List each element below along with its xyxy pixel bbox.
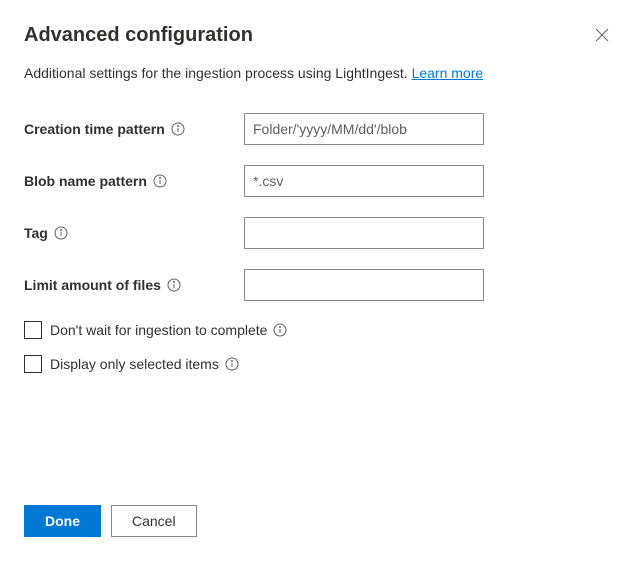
blob-name-input[interactable] bbox=[244, 165, 484, 197]
form-area: Creation time pattern Blob name pattern … bbox=[24, 113, 613, 301]
blob-name-label: Blob name pattern bbox=[24, 173, 244, 189]
info-icon[interactable] bbox=[171, 122, 185, 136]
tag-label: Tag bbox=[24, 225, 244, 241]
cancel-button[interactable]: Cancel bbox=[111, 505, 197, 537]
dont-wait-row: Don't wait for ingestion to complete bbox=[24, 321, 613, 339]
limit-files-input[interactable] bbox=[244, 269, 484, 301]
description-text: Additional settings for the ingestion pr… bbox=[24, 65, 412, 81]
creation-time-label: Creation time pattern bbox=[24, 121, 244, 137]
tag-input[interactable] bbox=[244, 217, 484, 249]
info-icon[interactable] bbox=[273, 323, 287, 337]
blob-name-row: Blob name pattern bbox=[24, 165, 613, 197]
tag-row: Tag bbox=[24, 217, 613, 249]
limit-files-label-text: Limit amount of files bbox=[24, 277, 161, 293]
dialog-header: Advanced configuration bbox=[24, 24, 613, 49]
info-icon[interactable] bbox=[167, 278, 181, 292]
info-icon[interactable] bbox=[225, 357, 239, 371]
dont-wait-checkbox[interactable] bbox=[24, 321, 42, 339]
dont-wait-label: Don't wait for ingestion to complete bbox=[50, 322, 287, 338]
display-selected-label-text: Display only selected items bbox=[50, 356, 219, 372]
info-icon[interactable] bbox=[153, 174, 167, 188]
limit-files-label: Limit amount of files bbox=[24, 277, 244, 293]
creation-time-row: Creation time pattern bbox=[24, 113, 613, 145]
dont-wait-label-text: Don't wait for ingestion to complete bbox=[50, 322, 267, 338]
display-selected-checkbox[interactable] bbox=[24, 355, 42, 373]
limit-files-row: Limit amount of files bbox=[24, 269, 613, 301]
tag-label-text: Tag bbox=[24, 225, 48, 241]
close-button[interactable] bbox=[591, 24, 613, 49]
dialog-footer: Done Cancel bbox=[24, 505, 197, 537]
dialog-description: Additional settings for the ingestion pr… bbox=[24, 65, 613, 81]
checkbox-area: Don't wait for ingestion to complete Dis… bbox=[24, 321, 613, 373]
creation-time-label-text: Creation time pattern bbox=[24, 121, 165, 137]
learn-more-link[interactable]: Learn more bbox=[412, 65, 484, 81]
close-icon bbox=[595, 28, 609, 45]
info-icon[interactable] bbox=[54, 226, 68, 240]
blob-name-label-text: Blob name pattern bbox=[24, 173, 147, 189]
done-button[interactable]: Done bbox=[24, 505, 101, 537]
display-selected-label: Display only selected items bbox=[50, 356, 239, 372]
dialog-title: Advanced configuration bbox=[24, 24, 253, 47]
display-selected-row: Display only selected items bbox=[24, 355, 613, 373]
creation-time-input[interactable] bbox=[244, 113, 484, 145]
